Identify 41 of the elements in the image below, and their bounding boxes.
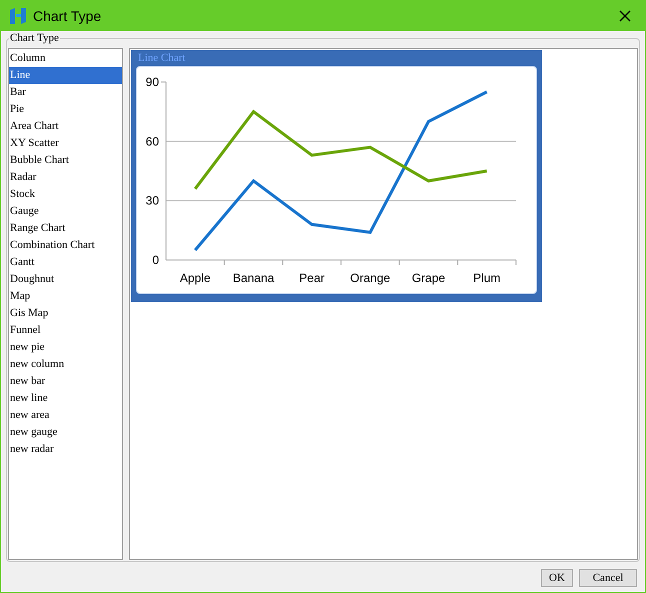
- list-item[interactable]: Area Chart: [9, 118, 122, 135]
- x-tick-label: Orange: [350, 271, 390, 285]
- y-tick-label: 30: [146, 194, 159, 208]
- list-item[interactable]: Gauge: [9, 203, 122, 220]
- list-item[interactable]: Bar: [9, 84, 122, 101]
- list-item[interactable]: Bubble Chart: [9, 152, 122, 169]
- x-tick-label: Plum: [473, 271, 500, 285]
- list-item[interactable]: Pie: [9, 101, 122, 118]
- list-item[interactable]: new line: [9, 390, 122, 407]
- list-item[interactable]: new bar: [9, 373, 122, 390]
- window-title: Chart Type: [33, 6, 102, 26]
- x-tick-label: Grape: [412, 271, 446, 285]
- close-icon: [619, 10, 631, 22]
- list-item[interactable]: Line: [9, 67, 122, 84]
- list-item[interactable]: Combination Chart: [9, 237, 122, 254]
- group-label: Chart Type: [9, 31, 60, 45]
- list-item[interactable]: Funnel: [9, 322, 122, 339]
- preview-title: Line Chart: [138, 51, 186, 65]
- list-item[interactable]: new radar: [9, 441, 122, 458]
- list-item[interactable]: Gantt: [9, 254, 122, 271]
- ok-button[interactable]: OK: [541, 569, 573, 587]
- list-item[interactable]: Map: [9, 288, 122, 305]
- x-tick-label: Apple: [180, 271, 211, 285]
- list-item[interactable]: Gis Map: [9, 305, 122, 322]
- x-tick-label: Pear: [299, 271, 325, 285]
- list-item[interactable]: new area: [9, 407, 122, 424]
- app-logo-icon: [9, 7, 27, 25]
- list-item[interactable]: Radar: [9, 169, 122, 186]
- cancel-button[interactable]: Cancel: [579, 569, 637, 587]
- y-tick-label: 90: [146, 75, 159, 89]
- list-item[interactable]: Doughnut: [9, 271, 122, 288]
- list-item[interactable]: XY Scatter: [9, 135, 122, 152]
- y-tick-label: 60: [146, 134, 159, 148]
- x-tick-label: Banana: [232, 271, 274, 285]
- y-tick-label: 0: [152, 253, 159, 267]
- list-item[interactable]: Stock: [9, 186, 122, 203]
- list-item[interactable]: Column: [9, 50, 122, 67]
- list-item[interactable]: new pie: [9, 339, 122, 356]
- list-item[interactable]: new gauge: [9, 424, 122, 441]
- list-item[interactable]: new column: [9, 356, 122, 373]
- list-item[interactable]: Range Chart: [9, 220, 122, 237]
